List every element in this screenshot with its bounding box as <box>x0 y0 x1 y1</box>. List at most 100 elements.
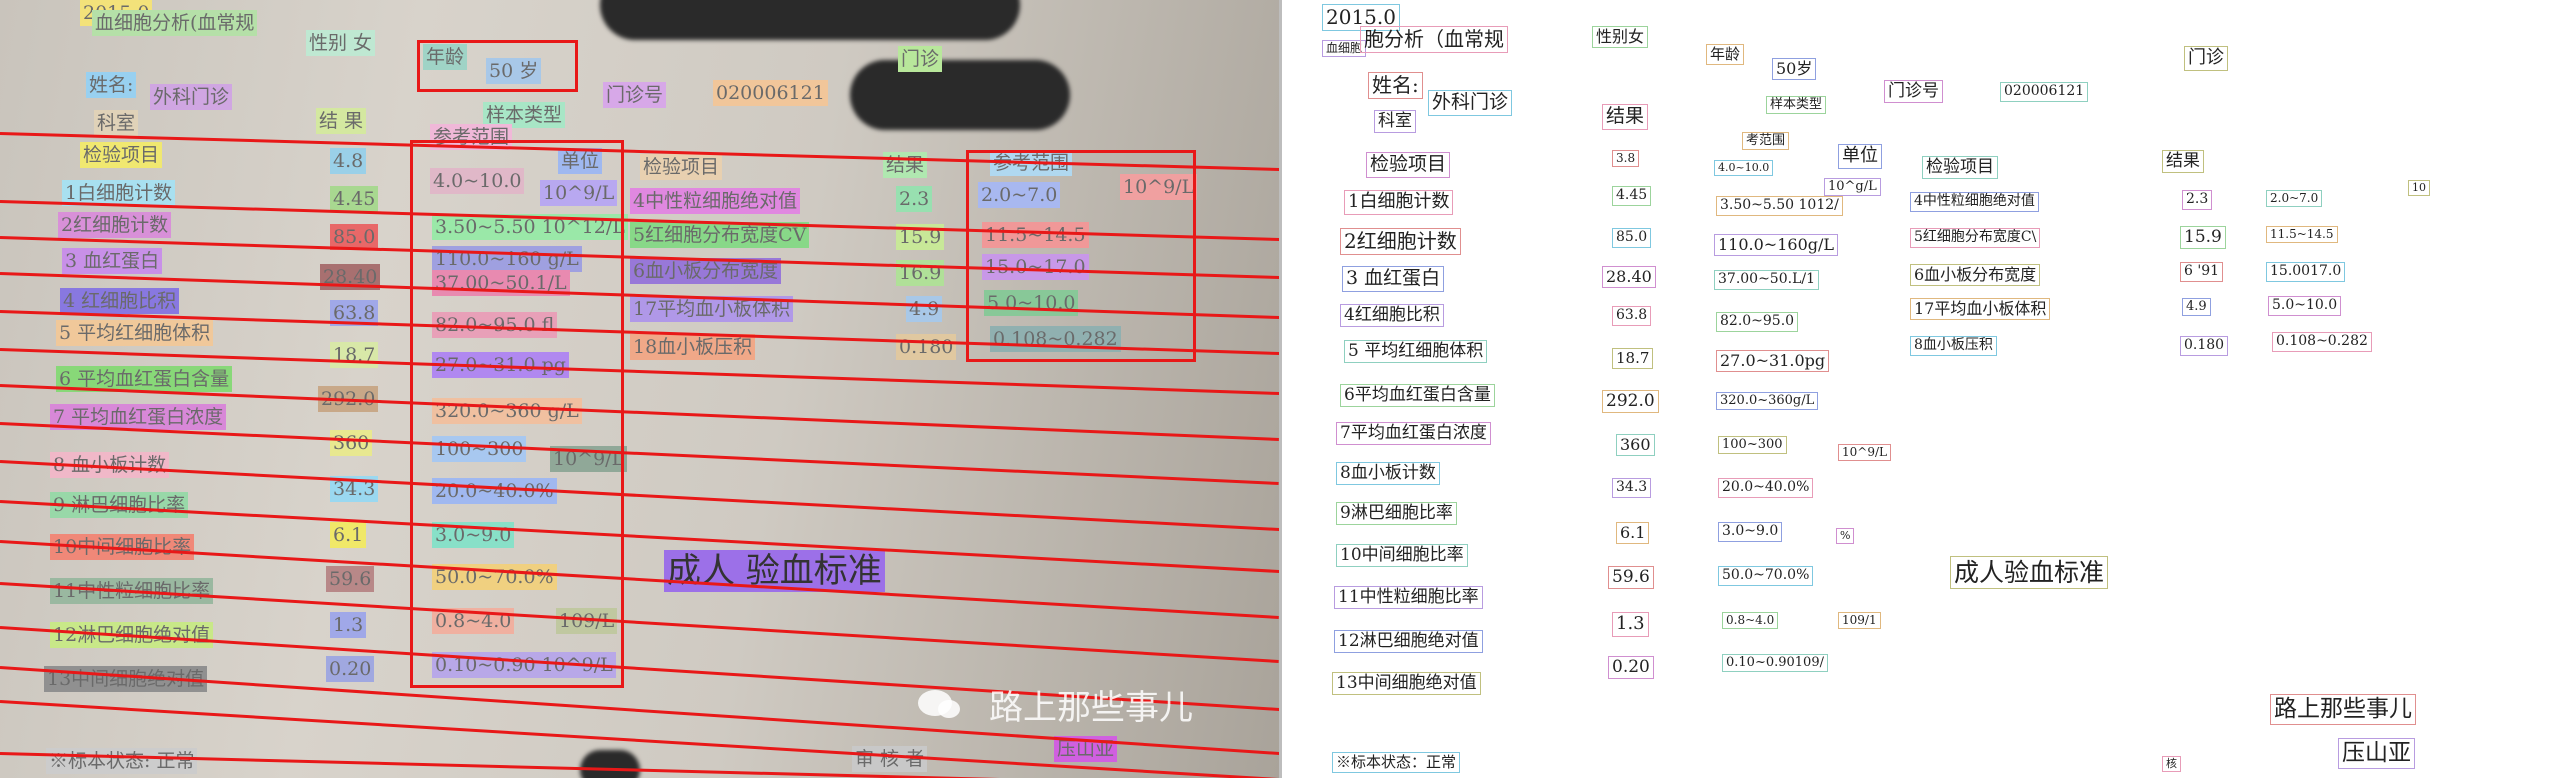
wechat-watermark-icon <box>918 690 960 718</box>
ocr-text-box: 59.6 <box>1608 566 1654 590</box>
ocr-highlight: 4中性粒细胞绝对值 <box>630 188 801 214</box>
ocr-text-box: 0.180 <box>2180 336 2229 356</box>
ocr-text-box: 6平均血红蛋白含量 <box>1340 384 1495 408</box>
ocr-text-box: 1.3 <box>1612 612 1649 637</box>
ocr-text-box: 320.0~360g/L <box>1716 392 1819 411</box>
ocr-highlight: 外科门诊 <box>150 84 233 110</box>
watermark-text: 路上那些事儿 <box>989 688 1193 728</box>
ocr-text-box: 结果 <box>2162 150 2204 174</box>
ocr-text-box: 292.0 <box>1602 390 1659 414</box>
ocr-text-box: 单位 <box>1838 144 1882 169</box>
ocr-highlight: 科室 <box>94 110 139 136</box>
annotated-photo-panel: 2015.0血细胞分析(血常规性别 女年龄50 岁门诊号020006121门诊姓… <box>0 0 1279 778</box>
ocr-text-box: 17平均血小板体积 <box>1910 298 2051 320</box>
ocr-text-box: 核 <box>2162 756 2181 772</box>
ocr-text-box: 4中性粒细胞绝对值 <box>1910 192 2039 212</box>
ocr-highlight: ※标本状态: 正常 <box>46 748 198 774</box>
ocr-highlight: 0.180 <box>896 334 957 360</box>
ocr-text-box: 15.9 <box>2180 226 2226 250</box>
ocr-highlight: 020006121 <box>713 80 828 106</box>
ocr-text-box: 5.0~10.0 <box>2268 296 2342 316</box>
ocr-text-box: 5红细胞分布宽度C\ <box>1910 228 2041 248</box>
red-guide-line <box>0 460 1279 531</box>
ocr-highlight: 3 血红蛋白 <box>62 248 163 274</box>
ocr-highlight: 结果 <box>883 152 928 178</box>
ocr-text-box: 13中间细胞绝对值 <box>1332 672 1481 696</box>
ocr-highlight: 4 红细胞比积 <box>60 288 180 314</box>
ocr-text-box: 3.50~5.50 1012/ <box>1716 196 1843 216</box>
ocr-text-box: 85.0 <box>1612 228 1652 248</box>
ocr-text-box: 性别女 <box>1592 26 1649 48</box>
ocr-text-box: 82.0~95.0 <box>1716 312 1799 332</box>
ocr-text-box: 3.0~9.0 <box>1718 522 1783 542</box>
ocr-text-box: 8血小板压积 <box>1910 336 1997 356</box>
ocr-highlight: 6.1 <box>330 522 367 548</box>
ocr-result-panel: 2015.0 血细胞 胞分析（血常规 性别女 年龄 50岁 门诊号 020006121 门诊 姓名… <box>1282 0 2560 778</box>
ocr-text-box: 3.8 <box>1612 150 1640 167</box>
ocr-text-box: 4.45 <box>1612 186 1652 206</box>
ocr-text-box: 8血小板计数 <box>1336 462 1440 486</box>
redaction-blob <box>580 750 640 778</box>
ocr-highlight: 18.7 <box>330 342 379 368</box>
ocr-text-box: % <box>1836 528 1855 544</box>
ocr-highlight: 4.9 <box>906 296 943 322</box>
ocr-text-box: 2.3 <box>2182 190 2213 210</box>
ocr-highlight: 360 <box>330 430 373 456</box>
redaction-blob <box>600 0 1020 40</box>
ocr-text-box: 50岁 <box>1772 58 1817 80</box>
ocr-text-box: 100~300 <box>1718 436 1787 455</box>
ocr-text-box: 4.0~10.0 <box>1714 160 1774 176</box>
ocr-text-box: 9淋巴细胞比率 <box>1336 502 1457 526</box>
ocr-highlight: 姓名: <box>86 72 137 98</box>
ocr-text-box: 5 平均红细胞体积 <box>1344 340 1488 364</box>
ocr-text-box: 63.8 <box>1612 306 1652 326</box>
reference-range-red-box-1 <box>410 140 624 688</box>
ocr-text-box: 4红细胞比积 <box>1340 304 1444 328</box>
ocr-text-box: 6.1 <box>1616 522 1650 544</box>
ocr-text-box: 0.20 <box>1608 656 1654 680</box>
ocr-text-box: 结果 <box>1602 104 1649 130</box>
ocr-highlight: 4.8 <box>330 148 367 174</box>
ocr-text-box: 6 '91 <box>2180 262 2224 282</box>
ocr-text-box: 10^9/L <box>1838 444 1891 461</box>
ocr-text-box: 109/1 <box>1838 612 1881 629</box>
ocr-text-box: 50.0~70.0% <box>1718 566 1814 586</box>
ocr-text-box: 门诊号 <box>1884 80 1943 104</box>
ocr-text-box: 外科门诊 <box>1428 90 1513 116</box>
ocr-text-box: 0.10~0.90109/ <box>1722 654 1828 673</box>
ocr-text-box: 2.0~7.0 <box>2266 190 2323 207</box>
ocr-text-box: 样本类型 <box>1766 96 1827 115</box>
ocr-text-box: 15.0017.0 <box>2266 262 2346 282</box>
ocr-highlight: 结 果 <box>316 108 367 134</box>
ocr-highlight: 18血小板压积 <box>630 334 756 360</box>
ocr-text-box: 4.9 <box>2182 298 2211 317</box>
ocr-text-box: 10 <box>2408 180 2430 196</box>
ocr-text-box: 360 <box>1616 434 1655 456</box>
ocr-text-box: 检验项目 <box>1922 156 1998 180</box>
ocr-text-box: 020006121 <box>2000 82 2089 102</box>
ocr-text-box: 7平均血红蛋白浓度 <box>1336 422 1491 446</box>
ocr-highlight: 2红细胞计数 <box>58 212 172 238</box>
ocr-text-box: 18.7 <box>1612 348 1654 369</box>
ocr-highlight: 59.6 <box>326 566 375 592</box>
ocr-text-box: 胞分析（血常规 <box>1360 26 1508 53</box>
ocr-highlight: 检验项目 <box>640 154 723 180</box>
ocr-text-box: 压山亚 <box>2338 738 2415 769</box>
ocr-text-box: 检验项目 <box>1366 152 1451 178</box>
ocr-text-box: 2红细胞计数 <box>1340 228 1461 255</box>
ocr-text-box: 110.0~160g/L <box>1714 234 1839 256</box>
ocr-text-box: 11中性粒细胞比率 <box>1334 586 1483 610</box>
ocr-highlight: 血细胞分析(血常规 <box>92 10 258 36</box>
ocr-text-box: 27.0~31.0pg <box>1716 350 1830 372</box>
ocr-highlight: 门诊 <box>898 46 943 72</box>
ocr-highlight: 审 核 者 <box>852 746 928 772</box>
ocr-text-box: 20.0~40.0% <box>1718 478 1814 498</box>
ocr-text-box: 3 血红蛋白 <box>1342 266 1445 292</box>
ocr-text-box: 12淋巴细胞绝对值 <box>1334 630 1483 654</box>
reference-range-red-box-2 <box>966 150 1196 362</box>
age-red-box <box>417 40 578 92</box>
ocr-text-box: 34.3 <box>1612 478 1652 498</box>
ocr-text-box: 门诊 <box>2184 46 2228 71</box>
ocr-text-box: 10^g/L <box>1824 178 1881 197</box>
ocr-text-box: 10中间细胞比率 <box>1336 544 1468 568</box>
